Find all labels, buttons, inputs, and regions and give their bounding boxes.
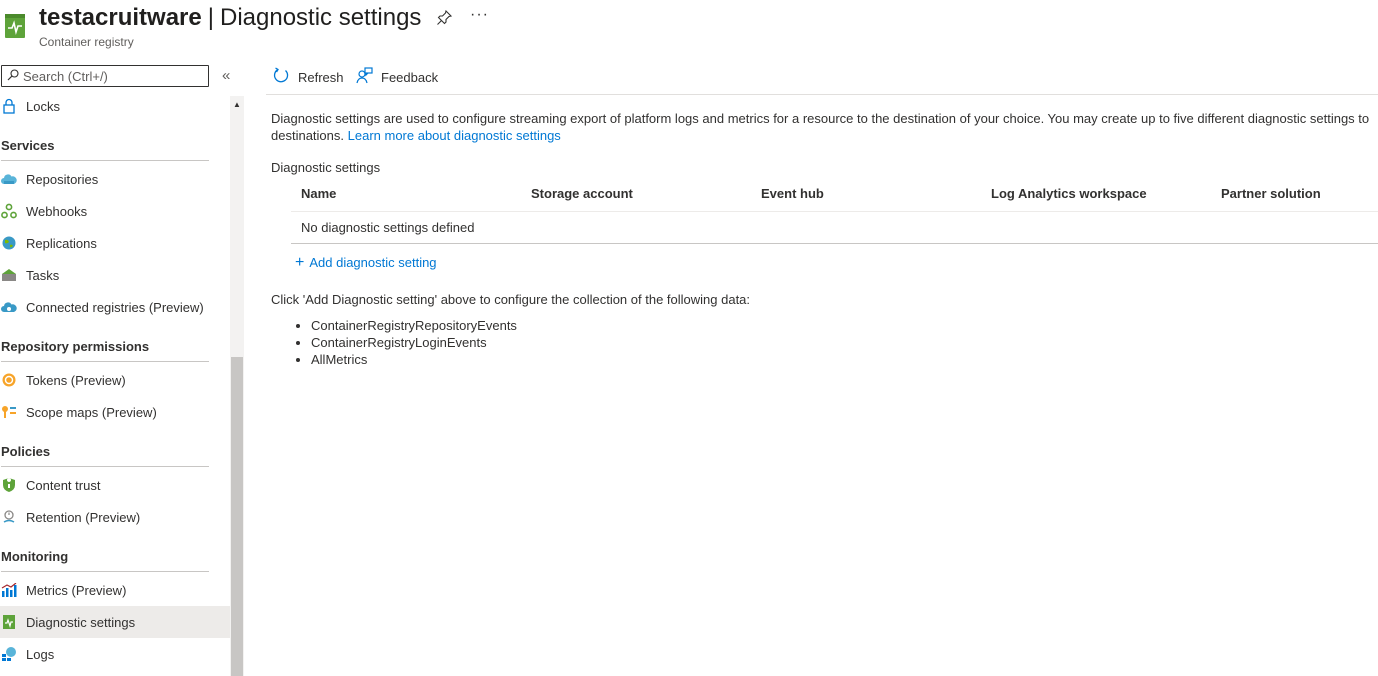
sidebar-item-diagnostic-settings[interactable]: Diagnostic settings xyxy=(0,606,230,638)
globe-icon xyxy=(1,235,17,251)
page-title: testacruitware | Diagnostic settings xyxy=(39,4,421,32)
cloud-icon xyxy=(1,171,17,187)
sidebar-item-label: Tasks xyxy=(26,267,60,283)
sidebar-item-locks[interactable]: Locks xyxy=(0,90,230,122)
sidebar-item-webhooks[interactable]: Webhooks xyxy=(0,195,230,227)
connected-registry-icon xyxy=(1,299,17,315)
sidebar-item-scope-maps[interactable]: Scope maps (Preview) xyxy=(0,396,230,428)
sidebar-item-metrics[interactable]: Metrics (Preview) xyxy=(0,574,230,606)
shield-icon xyxy=(1,477,17,493)
retention-icon xyxy=(1,509,17,525)
description-text: Diagnostic settings are used to configur… xyxy=(271,110,1378,144)
table-empty-message: No diagnostic settings defined xyxy=(301,220,475,235)
feedback-icon xyxy=(356,67,373,87)
sidebar-item-label: Retention (Preview) xyxy=(26,509,141,525)
sidebar-item-retention[interactable]: Retention (Preview) xyxy=(0,501,230,533)
search-icon xyxy=(7,68,19,84)
sidebar-item-label: Webhooks xyxy=(26,203,88,219)
resource-name: testacruitware xyxy=(39,4,202,31)
description-line-1: Diagnostic settings are used to configur… xyxy=(271,111,1370,126)
sidebar-item-tasks[interactable]: Tasks xyxy=(0,259,230,291)
add-diagnostic-setting-label: Add diagnostic setting xyxy=(309,255,437,270)
sidebar-item-label: Repositories xyxy=(26,171,99,187)
list-item: AllMetrics xyxy=(311,351,517,368)
section-services: Services xyxy=(1,138,209,161)
sidebar-item-label: Metrics (Preview) xyxy=(26,582,127,598)
sidebar-item-tokens[interactable]: Tokens (Preview) xyxy=(0,364,230,396)
feedback-button[interactable]: Feedback xyxy=(356,67,438,87)
sidebar-item-label: Content trust xyxy=(26,477,101,493)
sidebar-item-replications[interactable]: Replications xyxy=(0,227,230,259)
add-diagnostic-setting-button[interactable]: + Add diagnostic setting xyxy=(295,253,437,271)
diagnostic-settings-label: Diagnostic settings xyxy=(271,160,381,175)
column-header-event-hub: Event hub xyxy=(761,186,824,201)
tasks-icon xyxy=(1,267,17,283)
collection-hint-text: Click 'Add Diagnostic setting' above to … xyxy=(271,292,751,307)
sidebar-item-label: Diagnostic settings xyxy=(26,614,136,630)
title-separator: | xyxy=(207,4,214,31)
logs-icon xyxy=(1,646,17,662)
sidebar-item-label: Connected registries (Preview) xyxy=(26,299,204,315)
sidebar-scrollbar-thumb[interactable] xyxy=(231,357,243,676)
diagnostic-icon xyxy=(1,614,17,630)
column-header-partner-solution: Partner solution xyxy=(1221,186,1321,201)
more-options-icon[interactable]: ··· xyxy=(470,6,489,24)
list-item: ContainerRegistryLoginEvents xyxy=(311,334,517,351)
refresh-label: Refresh xyxy=(298,69,344,85)
token-icon xyxy=(1,372,17,388)
resource-type-subtitle: Container registry xyxy=(39,35,134,49)
plus-icon: + xyxy=(295,253,305,271)
column-header-storage-account: Storage account xyxy=(531,186,633,201)
section-monitoring: Monitoring xyxy=(1,549,209,572)
collapse-sidebar-icon[interactable]: « xyxy=(222,67,230,84)
pin-icon[interactable] xyxy=(436,9,453,26)
sidebar-item-label: Tokens (Preview) xyxy=(26,372,126,388)
sidebar-item-label: Locks xyxy=(26,98,60,114)
table-header-divider xyxy=(291,211,1378,212)
sidebar-item-logs[interactable]: Logs xyxy=(0,638,230,670)
column-header-log-analytics: Log Analytics workspace xyxy=(991,186,1147,201)
section-repository-permissions: Repository permissions xyxy=(1,339,209,362)
blade-title: Diagnostic settings xyxy=(219,4,422,31)
metrics-icon xyxy=(1,582,17,598)
learn-more-link[interactable]: Learn more about diagnostic settings xyxy=(348,128,561,143)
refresh-button[interactable]: Refresh xyxy=(273,67,344,87)
sidebar-item-connected-registries[interactable]: Connected registries (Preview) xyxy=(0,291,230,323)
column-header-name: Name xyxy=(301,186,337,201)
webhook-icon xyxy=(1,203,17,219)
scroll-up-arrow-icon[interactable]: ▲ xyxy=(233,100,241,109)
refresh-icon xyxy=(273,67,290,87)
section-policies: Policies xyxy=(1,444,209,467)
lock-icon xyxy=(1,98,17,114)
toolbar-divider xyxy=(266,94,1378,95)
sidebar-item-content-trust[interactable]: Content trust xyxy=(0,469,230,501)
sidebar-search[interactable] xyxy=(1,65,209,87)
description-line-2: destinations. xyxy=(271,128,344,143)
search-input[interactable] xyxy=(19,68,203,84)
container-registry-icon xyxy=(4,13,26,39)
feedback-label: Feedback xyxy=(381,69,439,85)
data-category-list: ContainerRegistryRepositoryEvents Contai… xyxy=(271,317,517,368)
scope-map-icon xyxy=(1,404,17,420)
sidebar-item-label: Scope maps (Preview) xyxy=(26,404,157,420)
sidebar-item-label: Logs xyxy=(26,646,55,662)
sidebar-item-repositories[interactable]: Repositories xyxy=(0,163,230,195)
sidebar-item-label: Replications xyxy=(26,235,97,251)
list-item: ContainerRegistryRepositoryEvents xyxy=(311,317,517,334)
table-bottom-divider xyxy=(291,243,1378,244)
